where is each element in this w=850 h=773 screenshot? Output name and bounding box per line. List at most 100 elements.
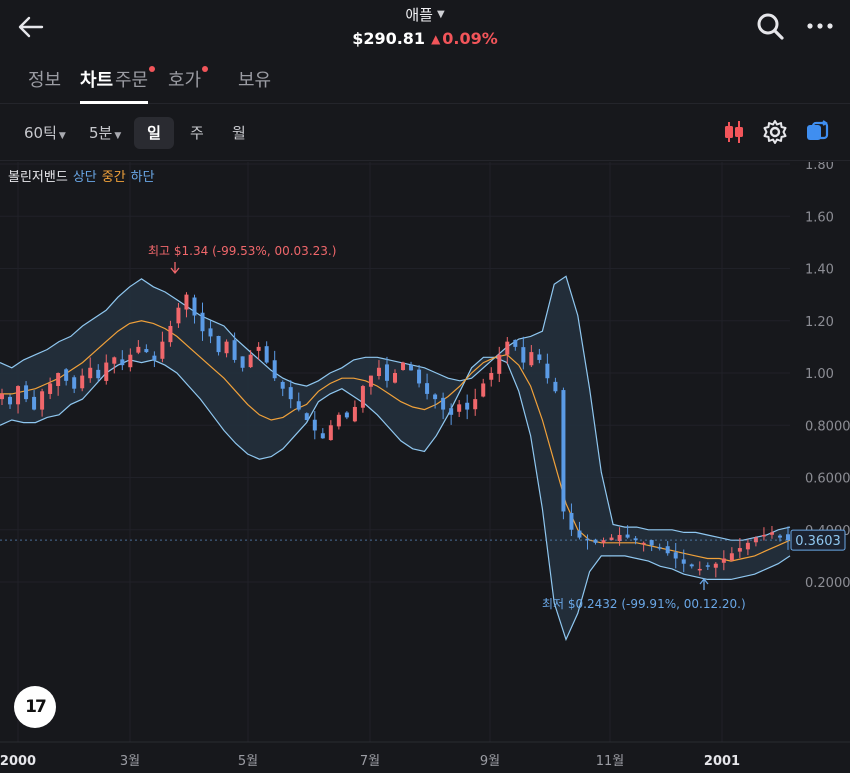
tab-bar: 정보 차트 주문 호가 보유 (0, 58, 850, 104)
y-tick-label: 0.2000 (805, 576, 850, 591)
tick-label: 60틱 (24, 124, 57, 142)
candle-body (786, 534, 790, 541)
candle-body (673, 552, 678, 559)
legend-upper: 상단 (72, 170, 97, 185)
tab-info[interactable]: 정보 (28, 66, 61, 96)
candle-body (625, 534, 630, 538)
candle-body (320, 433, 325, 439)
arrow-up-icon (699, 577, 709, 590)
candle-body (505, 341, 510, 355)
tick-interval-dropdown[interactable]: 60틱 ▼ (24, 117, 66, 149)
candle-body (296, 401, 301, 410)
candle-body (713, 563, 718, 568)
candle-body (344, 412, 349, 418)
day-label: 일 (147, 124, 161, 142)
bollinger-band (0, 275, 791, 642)
candle-body (224, 341, 229, 354)
tab-order[interactable]: 주문 (115, 66, 156, 96)
candle-body (601, 540, 606, 543)
interval-month-button[interactable]: 월 (232, 117, 246, 149)
candle-body (40, 391, 45, 410)
candle-body (240, 356, 245, 368)
candle-body (777, 535, 782, 538)
tab-orderbook[interactable]: 호가 (168, 66, 209, 96)
candle-body (393, 373, 397, 383)
active-tab-indicator (80, 101, 148, 104)
candle-body (304, 413, 309, 421)
candle-body (737, 548, 742, 552)
candle-body (144, 349, 149, 353)
price-change-percent: 0.09% (442, 29, 498, 48)
y-tick-label: 1.20 (805, 315, 834, 330)
candle-body (721, 558, 726, 563)
candle-body (417, 369, 422, 384)
candle-body (8, 396, 13, 405)
tab-chart[interactable]: 차트 (80, 66, 113, 96)
candle-body (433, 394, 438, 400)
notification-dot (202, 66, 209, 72)
search-icon[interactable] (754, 10, 786, 42)
candle-body (529, 352, 534, 366)
candle-body (152, 355, 157, 360)
x-tick-label: 3월 (120, 754, 140, 769)
chevron-down-icon: ▼ (114, 131, 122, 141)
candle-body (0, 393, 4, 400)
minute-label: 5분 (89, 124, 113, 142)
candle-body (128, 354, 133, 368)
candle-body (136, 346, 141, 353)
candle-body (264, 346, 269, 363)
candle-body (24, 385, 29, 400)
candle-body (769, 532, 774, 535)
gear-icon[interactable] (761, 118, 789, 146)
candle-body (745, 542, 750, 550)
candle-body (272, 360, 277, 379)
y-tick-label: 0.6000 (805, 472, 850, 487)
candle-body (48, 383, 53, 394)
y-tick-label: 1.60 (805, 210, 834, 225)
candle-body (160, 341, 165, 359)
candle-body (56, 373, 61, 386)
legend-lower: 하단 (130, 170, 155, 185)
candle-body (569, 512, 574, 530)
chart-grid (0, 162, 790, 742)
candle-body (232, 340, 237, 360)
x-tick-label: 2000 (0, 754, 36, 769)
tab-holdings[interactable]: 보유 (238, 66, 271, 96)
candle-body (208, 328, 213, 337)
chart-sync-icon[interactable] (803, 118, 831, 146)
candle-body (545, 363, 550, 379)
x-tick-label: 9월 (480, 754, 500, 769)
indicator-legend[interactable]: 볼린저밴드 상단 중간 하단 (8, 166, 155, 185)
candle-body (553, 381, 558, 392)
candle-body (16, 386, 21, 405)
candle-body (665, 546, 670, 554)
candle-body (192, 297, 197, 316)
candle-body (72, 377, 77, 389)
x-tick-label: 2001 (704, 754, 740, 769)
candle-body (409, 365, 414, 371)
minute-interval-dropdown[interactable]: 5분 ▼ (89, 117, 121, 149)
tab-label: 차트 (80, 70, 114, 91)
candle-body (689, 564, 694, 567)
more-options-icon[interactable] (804, 10, 836, 42)
triangle-up-icon: ▲ (431, 31, 441, 46)
y-tick-label: 0.8000 (805, 419, 850, 434)
stock-name-dropdown[interactable]: 애플 ▼ (405, 4, 444, 25)
candle-body (256, 346, 261, 351)
y-tick-label: 1.40 (805, 263, 834, 278)
candle-body (761, 534, 766, 537)
candle-body (336, 414, 341, 427)
candle-body (312, 419, 317, 431)
tab-label: 호가 (168, 70, 202, 91)
high-annotation: 최고 $1.34 (-99.53%, 00.03.23.) (148, 244, 336, 258)
candle-body (64, 369, 69, 381)
stock-name: 애플 (405, 6, 433, 24)
candle-body (681, 559, 686, 564)
interval-week-button[interactable]: 주 (190, 117, 204, 149)
interval-day-button[interactable]: 일 (134, 117, 174, 149)
tradingview-logo[interactable]: 17 (14, 686, 56, 728)
low-annotation: 최저 $0.2432 (-99.91%, 00.12.20.) (542, 597, 746, 611)
candle-body (120, 359, 125, 366)
price-chart[interactable]: 1.801.601.401.201.000.80000.60000.40000.… (0, 162, 850, 773)
candlestick-icon[interactable] (720, 118, 748, 146)
